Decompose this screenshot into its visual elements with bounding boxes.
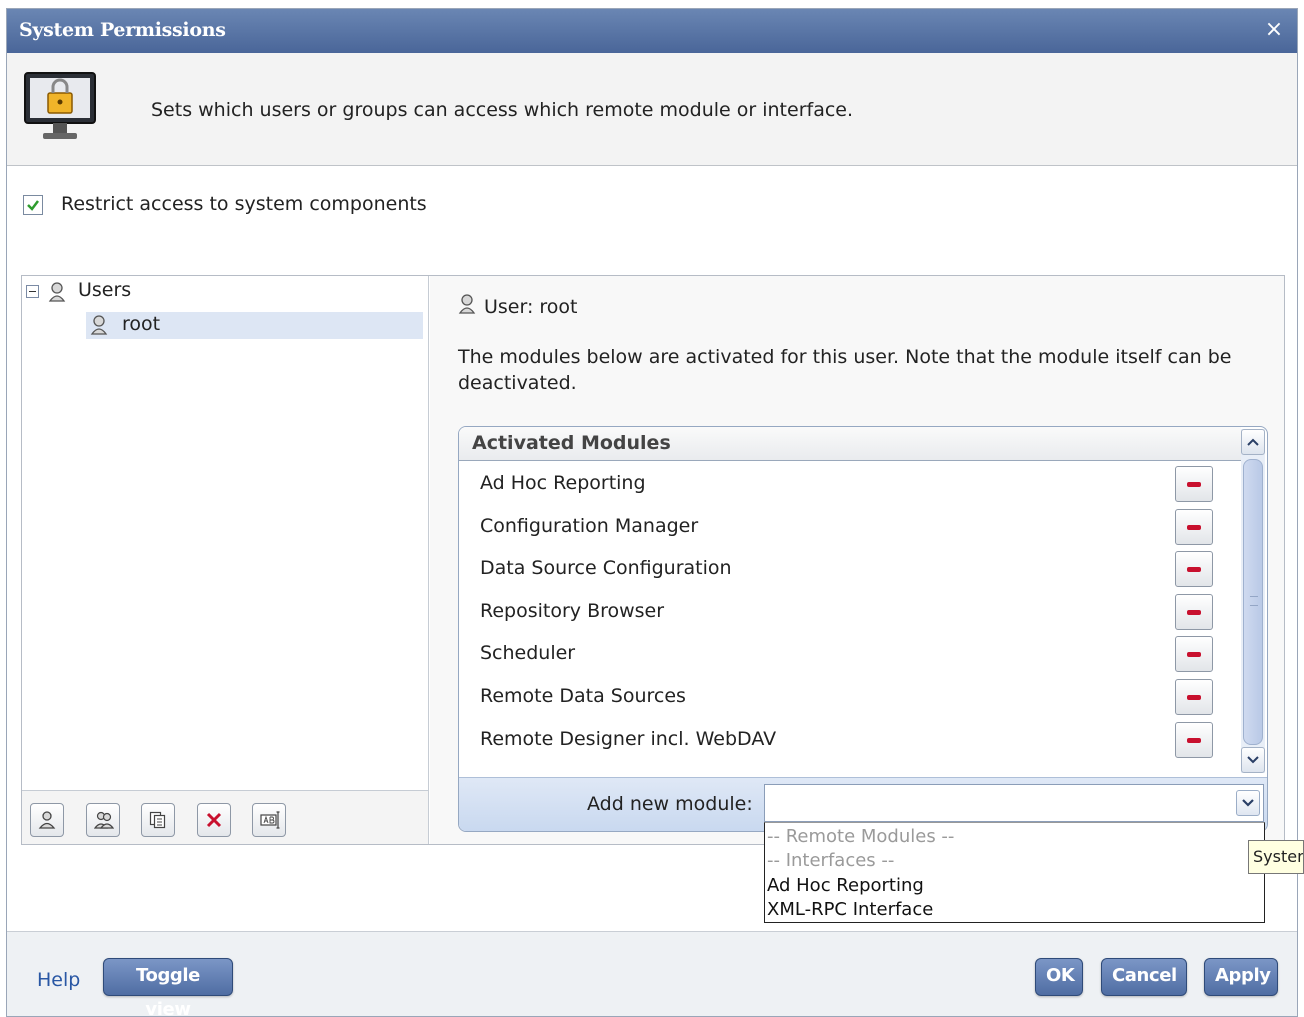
ok-button[interactable]: OK xyxy=(1035,958,1083,996)
restrict-access-checkbox[interactable] xyxy=(23,195,43,215)
chevron-down-icon xyxy=(1242,799,1254,807)
rename-button[interactable] xyxy=(252,803,286,837)
restrict-access-label[interactable]: Restrict access to system components xyxy=(61,193,427,215)
module-row: Repository Browser xyxy=(459,591,1241,633)
option-ad-hoc-reporting[interactable]: Ad Hoc Reporting xyxy=(767,875,924,896)
scroll-down-button[interactable] xyxy=(1241,747,1265,773)
dropdown-button[interactable] xyxy=(1236,790,1260,816)
option-group-interfaces: -- Interfaces -- xyxy=(767,850,895,871)
remove-module-button[interactable] xyxy=(1175,722,1213,758)
add-module-select[interactable] xyxy=(764,784,1264,822)
users-tree-pane: Users root xyxy=(22,276,429,844)
remove-module-button[interactable] xyxy=(1175,466,1213,502)
copy-button[interactable] xyxy=(141,803,175,837)
chevron-up-icon xyxy=(1247,438,1259,446)
option-xml-rpc-interface[interactable]: XML-RPC Interface xyxy=(767,899,933,920)
user-heading-label: User: root xyxy=(484,296,578,318)
users-toolbar xyxy=(22,790,428,844)
modules-scrollbar[interactable] xyxy=(1241,429,1265,773)
remove-module-button[interactable] xyxy=(1175,679,1213,715)
user-detail-pane: User: root The modules below are activat… xyxy=(430,276,1284,844)
dialog-footer: Help Toggle view OK Cancel Apply xyxy=(7,931,1297,1016)
rename-icon xyxy=(260,811,280,829)
user-icon xyxy=(48,282,66,302)
option-group-remote-modules: -- Remote Modules -- xyxy=(767,826,955,847)
module-row: Ad Hoc Reporting xyxy=(459,463,1241,505)
delete-icon xyxy=(206,812,222,828)
module-name: Remote Data Sources xyxy=(480,685,686,707)
dialog-title: System Permissions xyxy=(19,19,226,41)
scroll-up-button[interactable] xyxy=(1241,429,1265,455)
activated-modules-header: Activated Modules xyxy=(459,427,1241,461)
chevron-down-icon xyxy=(1247,756,1259,764)
remove-module-button[interactable] xyxy=(1175,594,1213,630)
remove-module-button[interactable] xyxy=(1175,509,1213,545)
toggle-view-button[interactable]: Toggle view xyxy=(103,958,233,1016)
module-name: Scheduler xyxy=(480,642,576,664)
module-row: Configuration Manager xyxy=(459,506,1241,548)
add-module-label: Add new module: xyxy=(587,793,753,815)
locked-monitor-icon xyxy=(24,72,96,139)
module-row: Scheduler xyxy=(459,633,1241,675)
module-row: Data Source Configuration xyxy=(459,548,1241,590)
dialog-titlebar[interactable]: System Permissions × xyxy=(7,9,1297,53)
tree-label-users: Users xyxy=(78,279,132,301)
activated-modules-title: Activated Modules xyxy=(472,432,671,454)
tooltip: Syster xyxy=(1248,840,1304,874)
add-user-icon xyxy=(38,811,56,829)
delete-button[interactable] xyxy=(197,803,231,837)
module-name: Configuration Manager xyxy=(480,515,699,537)
module-name: Repository Browser xyxy=(480,600,665,622)
user-icon xyxy=(458,294,476,314)
add-user-button[interactable] xyxy=(30,803,64,837)
scrollbar-thumb[interactable] xyxy=(1243,459,1263,745)
add-module-dropdown-list: -- Remote Modules -- -- Interfaces -- Ad… xyxy=(764,822,1265,923)
remove-module-button[interactable] xyxy=(1175,636,1213,672)
remove-module-button[interactable] xyxy=(1175,551,1213,587)
tree-node-root[interactable]: root xyxy=(86,312,423,339)
module-name: Data Source Configuration xyxy=(480,557,732,579)
collapse-icon[interactable] xyxy=(26,285,39,298)
module-row: Remote Data Sources xyxy=(459,676,1241,718)
tree-label-root: root xyxy=(122,313,161,335)
cancel-button[interactable]: Cancel xyxy=(1101,958,1187,996)
add-group-icon xyxy=(94,811,114,829)
dialog-header: Sets which users or groups can access wh… xyxy=(7,53,1297,166)
user-icon xyxy=(90,315,108,335)
module-name: Remote Designer incl. WebDAV xyxy=(480,728,777,750)
module-name: Ad Hoc Reporting xyxy=(480,472,646,494)
close-icon[interactable]: × xyxy=(1261,16,1287,44)
module-row: Remote Designer incl. WebDAV xyxy=(459,719,1241,761)
checkmark-icon xyxy=(27,200,39,211)
apply-button[interactable]: Apply xyxy=(1204,958,1278,996)
add-group-button[interactable] xyxy=(86,803,120,837)
activated-modules-box: Activated Modules Ad Hoc Reporting Confi… xyxy=(458,426,1268,832)
permissions-panel: Users root User: root The modules below … xyxy=(21,275,1285,845)
copy-icon xyxy=(149,811,166,829)
modules-note: The modules below are activated for this… xyxy=(458,346,1232,394)
dialog-description: Sets which users or groups can access wh… xyxy=(151,99,854,121)
help-link[interactable]: Help xyxy=(37,969,80,991)
